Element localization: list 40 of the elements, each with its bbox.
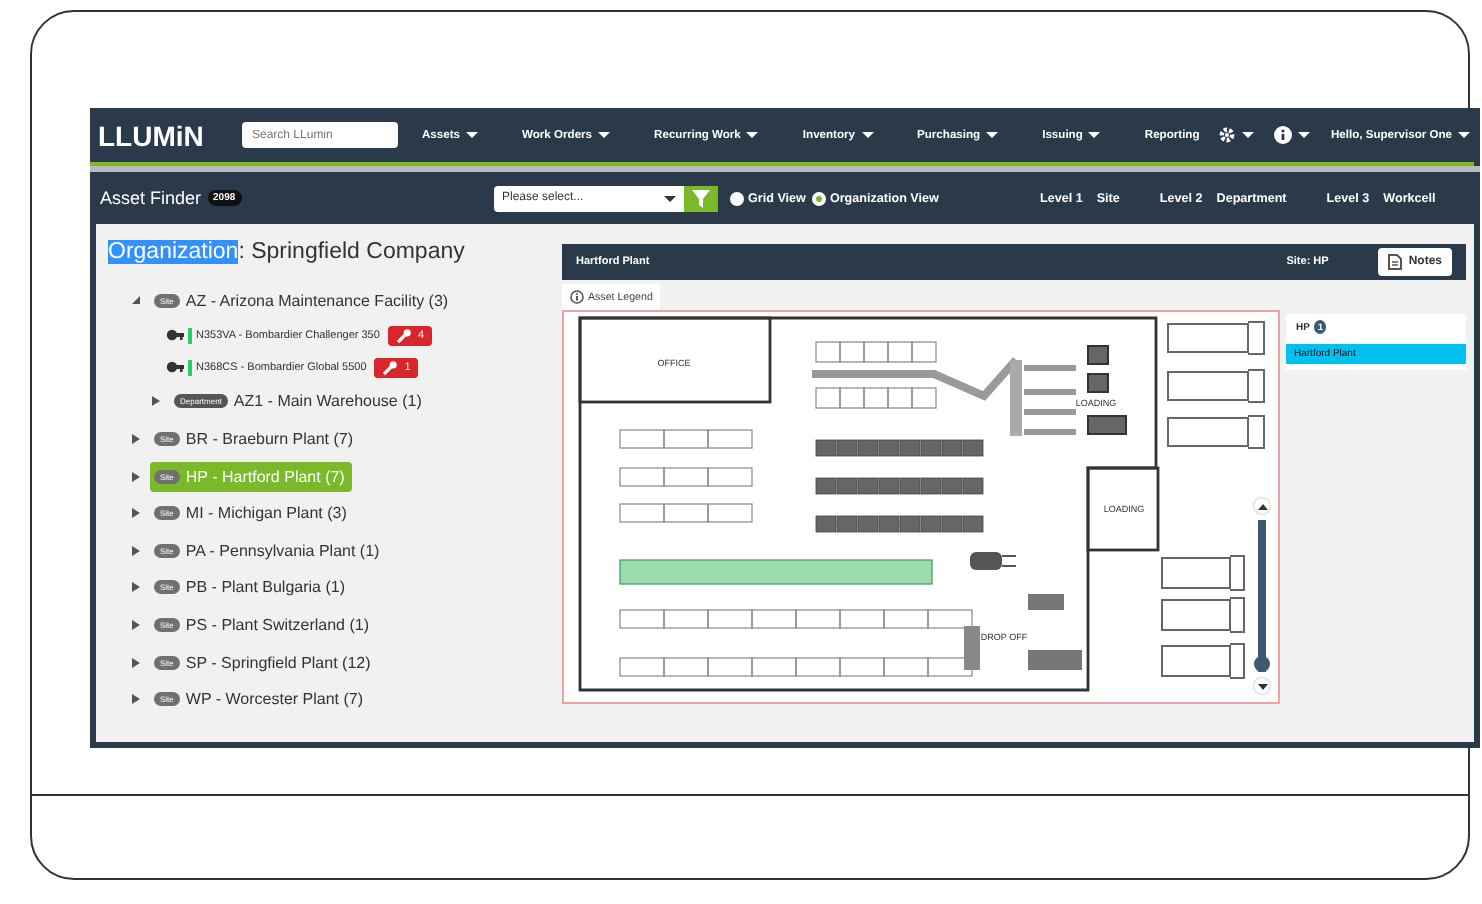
trailer-drawing	[1161, 597, 1245, 633]
settings-menu[interactable]	[1218, 126, 1255, 144]
zoom-in-button[interactable]	[1254, 498, 1270, 514]
zoom-slider-thumb[interactable]	[1254, 656, 1270, 672]
zoom-out-button[interactable]	[1254, 678, 1270, 694]
trailer-drawing	[1161, 555, 1245, 591]
trailer-drawing	[1167, 415, 1265, 449]
wrench-icon	[395, 327, 412, 344]
wrench-icon	[382, 359, 399, 376]
settings-icon	[1218, 126, 1237, 144]
organization-name: : Springfield Company	[238, 240, 465, 264]
down-arrow-icon	[1257, 683, 1267, 689]
trailer-drawing	[1161, 643, 1245, 679]
key-icon	[166, 328, 184, 343]
logo: LLUMiN	[98, 121, 206, 149]
radio-button[interactable]	[730, 191, 744, 205]
trailer-drawing	[1167, 321, 1265, 355]
caret-icon	[746, 132, 759, 138]
help-menu[interactable]	[1274, 126, 1311, 144]
caret-icon	[1088, 132, 1101, 138]
caret-icon	[466, 132, 479, 138]
page-title: Asset Finder	[100, 188, 202, 208]
document-icon	[1388, 254, 1403, 270]
trailer-drawing	[1167, 369, 1265, 403]
caret-icon	[598, 132, 611, 138]
key-icon	[166, 360, 184, 375]
caret-icon	[986, 132, 999, 138]
caret-icon	[1298, 132, 1311, 138]
zoom-slider-track[interactable]	[1254, 520, 1270, 672]
radio-button[interactable]	[811, 191, 826, 205]
caret-icon	[664, 195, 676, 201]
caret-icon	[861, 132, 874, 138]
filter-icon	[692, 189, 710, 207]
caret-icon	[1458, 132, 1470, 138]
up-arrow-icon	[1257, 503, 1267, 509]
organization-label: Organization	[108, 240, 239, 264]
filter-button[interactable]	[684, 185, 718, 211]
info-icon	[1274, 126, 1293, 144]
caret-icon	[1242, 132, 1255, 138]
info-icon	[570, 290, 584, 304]
